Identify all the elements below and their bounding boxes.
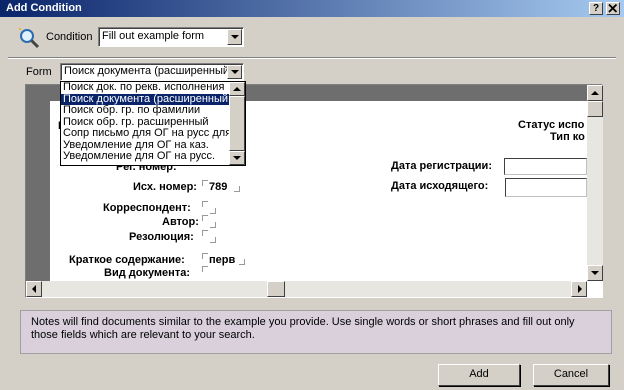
scroll-down-button[interactable] — [587, 265, 603, 281]
form-dropdown-list[interactable]: Поиск док. по рекв. исполнения Поиск док… — [60, 81, 246, 166]
vertical-scrollbar[interactable] — [587, 85, 603, 281]
magnifier-icon — [19, 28, 40, 49]
doc-type-label: Вид документа: — [104, 267, 190, 279]
condition-label: Condition — [46, 31, 93, 43]
form-label: Form — [26, 66, 52, 78]
out-number-label: Исх. номер: — [133, 181, 197, 193]
form-value: Поиск документа (расширенный — [64, 65, 230, 77]
chevron-down-icon[interactable] — [227, 65, 242, 79]
field-marker — [202, 266, 208, 272]
form-option[interactable]: Поиск док. по рекв. исполнения — [61, 82, 229, 94]
field-marker — [210, 222, 216, 228]
vertical-scroll-thumb[interactable] — [587, 101, 603, 117]
scroll-left-button[interactable] — [26, 281, 42, 297]
field-marker — [202, 253, 208, 259]
title-bar: Add Condition — [0, 0, 624, 17]
form-margin — [26, 85, 50, 281]
form-option[interactable]: Сопр письмо для ОГ на русс для — [61, 128, 229, 140]
condition-area: Condition Fill out example form — [0, 17, 624, 57]
summary-value[interactable]: перв — [209, 254, 235, 266]
divider — [8, 57, 616, 59]
close-button[interactable] — [606, 2, 620, 15]
help-button[interactable]: ? — [589, 2, 603, 15]
add-button[interactable]: Add — [438, 364, 520, 386]
field-marker — [202, 215, 208, 221]
cancel-button[interactable]: Cancel — [533, 364, 609, 386]
out-date-label: Дата исходящего: — [391, 180, 489, 192]
resolution-label: Резолюция: — [129, 231, 194, 243]
summary-label: Краткое содержание: — [69, 254, 185, 266]
field-marker — [202, 201, 208, 207]
form-option[interactable]: Поиск обр. гр. расширенный — [61, 117, 229, 129]
close-icon — [608, 3, 618, 13]
out-number-value[interactable]: 789 — [209, 181, 227, 193]
help-note: Notes will find documents similar to the… — [20, 310, 612, 354]
form-option[interactable]: Поиск обр. гр. по фамилии — [61, 105, 229, 117]
field-marker — [210, 237, 216, 243]
condition-value: Fill out example form — [102, 30, 205, 42]
field-marker — [202, 180, 208, 186]
field-marker — [239, 259, 245, 265]
dropdown-scroll-thumb[interactable] — [229, 96, 245, 151]
author-label: Автор: — [162, 216, 199, 228]
chevron-down-icon[interactable] — [227, 29, 242, 45]
form-option[interactable]: Уведомление для ОГ на русс. — [61, 151, 229, 163]
field-marker — [210, 208, 216, 214]
type-label: Тип ко — [550, 131, 585, 143]
status-label: Статус испо — [518, 119, 585, 131]
reg-date-label: Дата регистрации: — [391, 160, 492, 172]
window-title: Add Condition — [6, 2, 82, 14]
horizontal-scrollbar[interactable] — [26, 281, 587, 297]
field-marker — [234, 186, 240, 192]
scroll-up-button[interactable] — [587, 85, 603, 101]
dropdown-scroll-down[interactable] — [229, 151, 245, 165]
out-date-input[interactable] — [505, 178, 587, 197]
horizontal-scroll-thumb[interactable] — [267, 281, 285, 297]
form-select[interactable]: Поиск документа (расширенный — [60, 63, 244, 81]
dropdown-scroll-up[interactable] — [229, 82, 245, 96]
field-marker — [202, 230, 208, 236]
reg-date-input[interactable] — [504, 158, 587, 175]
correspondent-label: Корреспондент: — [103, 202, 191, 214]
dropdown-scrollbar[interactable] — [229, 82, 245, 165]
condition-select[interactable]: Fill out example form — [98, 27, 244, 47]
form-option[interactable]: Уведомление для ОГ на каз. — [61, 140, 229, 152]
form-option-selected[interactable]: Поиск документа (расширенный — [61, 93, 229, 105]
scroll-right-button[interactable] — [571, 281, 587, 297]
